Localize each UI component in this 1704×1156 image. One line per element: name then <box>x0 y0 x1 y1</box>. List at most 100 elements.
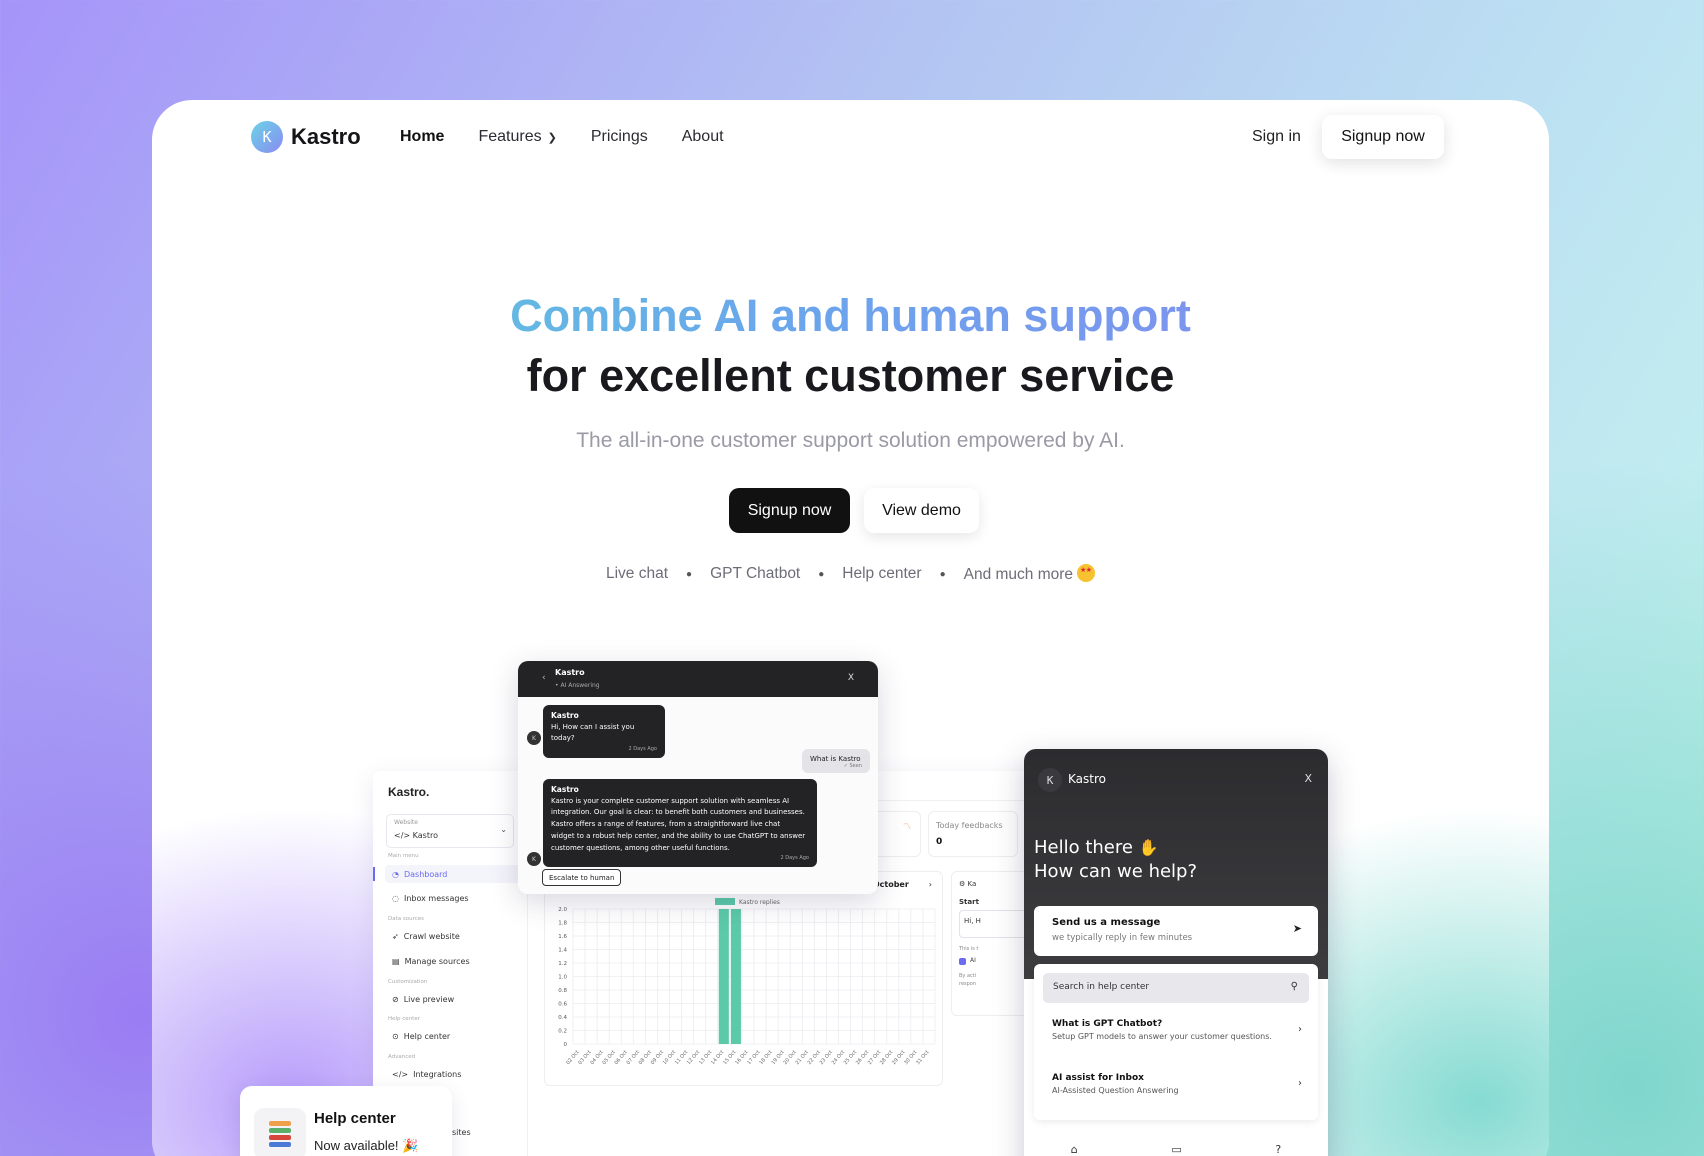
nav-signup-button[interactable]: Signup now <box>1322 115 1444 159</box>
ai-checkbox[interactable] <box>959 958 966 965</box>
help-center-title: Help center <box>314 1110 396 1127</box>
feature-list: Live chat ● GPT Chatbot ● Help center ● … <box>152 564 1549 584</box>
escalate-button[interactable]: Escalate to human <box>542 869 622 886</box>
feature-more-label: And much more <box>963 566 1074 583</box>
y-tick-label: 0.6 <box>558 1002 567 1008</box>
section-customization: Customization <box>388 979 428 985</box>
help-article-title: What is GPT Chatbot? <box>1052 1019 1163 1029</box>
message-line: Kastro is your complete customer support… <box>551 796 790 805</box>
help-article-item[interactable]: What is GPT Chatbot? Setup GPT models to… <box>1052 1019 1302 1041</box>
help-center-subtitle-label: Now available! <box>314 1138 399 1153</box>
help-search-input[interactable]: Search in help center ⚲ <box>1043 973 1309 1003</box>
feature-help-center: Help center <box>842 565 922 582</box>
sidebar-item-label: Manage sources <box>404 956 470 966</box>
y-tick-label: 1.2 <box>558 961 567 967</box>
sidebar-item-label: Crawl website <box>403 931 460 941</box>
nav-link-about[interactable]: About <box>682 128 724 146</box>
dashboard-brand: Kastro. <box>388 785 430 799</box>
nav-link-home[interactable]: Home <box>400 128 444 146</box>
settings-note: This is t <box>959 946 979 952</box>
sidebar-item-inbox[interactable]: ◌ Inbox messages <box>392 889 512 907</box>
sign-in-link[interactable]: Sign in <box>1252 128 1301 146</box>
help-article-item[interactable]: AI assist for Inbox AI-Assisted Question… <box>1052 1073 1302 1095</box>
view-demo-button[interactable]: View demo <box>864 488 979 533</box>
section-advanced: Advanced <box>388 1054 416 1060</box>
y-tick-label: 1.4 <box>558 948 567 954</box>
y-tick-label: 0.4 <box>558 1015 567 1021</box>
bot-message: Kastro Hi, How can I assist you today? 2… <box>543 705 665 759</box>
settings-note-2: By acti respon <box>959 972 976 988</box>
help-search-placeholder: Search in help center <box>1053 982 1150 992</box>
settings-note-2-line: By acti <box>959 973 977 979</box>
y-tick-label: 1.6 <box>558 934 567 940</box>
hero-subtitle: The all-in-one customer support solution… <box>576 429 1125 452</box>
books-icon <box>254 1108 306 1156</box>
send-message-title: Send us a message <box>1052 917 1161 928</box>
hero-title: for excellent customer service <box>526 350 1175 401</box>
help-widget-bottom-nav: ⌂ ▭ ? <box>1024 1143 1328 1156</box>
help-icon: ⊙ <box>392 1031 399 1041</box>
bot-avatar: K <box>527 852 541 866</box>
legend-label: Kastro replies <box>739 899 780 906</box>
sidebar-item-label: Integrations <box>413 1069 462 1079</box>
star-eyes-emoji-icon <box>1077 564 1096 582</box>
nav-links: Home Features ❯ Pricings About <box>400 128 724 146</box>
help-icon[interactable]: ? <box>1275 1143 1281 1156</box>
sidebar-item-crawl[interactable]: ➶ Crawl website <box>392 927 512 945</box>
sparkline-icon: 〽 <box>903 822 911 831</box>
user-message: What is Kastro ✓ Seen <box>802 749 870 773</box>
chat-header: ‹ Kastro • AI Answering X <box>518 661 878 697</box>
separator-dot: ● <box>939 568 946 580</box>
chat-icon: ◌ <box>392 893 399 903</box>
home-icon[interactable]: ⌂ <box>1071 1143 1078 1156</box>
help-article-title: AI assist for Inbox <box>1052 1073 1144 1083</box>
ai-checkbox-label: AI <box>970 957 976 964</box>
code-icon: </> <box>392 1069 409 1079</box>
messages-icon[interactable]: ▭ <box>1171 1143 1181 1156</box>
message-time: 2 Days Ago <box>628 746 658 753</box>
close-icon[interactable]: X <box>1304 772 1312 785</box>
sidebar-item-sources[interactable]: ▤ Manage sources <box>392 952 512 970</box>
settings-note-2-line: respon <box>959 981 977 987</box>
sidebar-item-live-preview[interactable]: ⊘ Live preview <box>392 990 512 1008</box>
message-author: Kastro <box>551 711 579 720</box>
sidebar-item-sites: sites <box>452 1128 471 1137</box>
send-message-card[interactable]: Send us a message we typically reply in … <box>1034 906 1318 956</box>
message-author: Kastro <box>551 785 579 794</box>
logo-text: Kastro <box>291 124 361 149</box>
logo-icon: K <box>251 121 283 153</box>
nav-link-pricings[interactable]: Pricings <box>591 128 648 146</box>
message-time: 2 Days Ago <box>780 855 810 862</box>
feature-live-chat: Live chat <box>605 565 669 582</box>
sidebar-item-help-center[interactable]: ⊙ Help center <box>392 1027 512 1045</box>
dashboard-icon: ◔ <box>392 869 399 879</box>
section-main-menu: Main menu <box>388 853 419 859</box>
sidebar-item-label: Inbox messages <box>403 893 469 903</box>
send-message-subtitle: we typically reply in few minutes <box>1052 933 1193 943</box>
sidebar-item-integrations[interactable]: </> Integrations <box>392 1065 512 1083</box>
file-icon: ▤ <box>392 956 400 966</box>
message-line: Kastro offers a range of features, from … <box>551 820 781 829</box>
today-feedbacks-card: Today feedbacks 0 <box>928 811 1018 857</box>
message-text: What is Kastro <box>810 755 861 763</box>
sidebar-item-dashboard[interactable]: ◔ Dashboard <box>385 865 520 883</box>
nav-link-features[interactable]: Features ❯ <box>478 128 556 146</box>
separator-dot: ● <box>818 568 825 580</box>
hero-signup-button[interactable]: Signup now <box>729 488 850 533</box>
bot-message: Kastro Kastro is your complete customer … <box>543 779 817 868</box>
bot-avatar: K <box>527 731 541 745</box>
close-icon[interactable]: X <box>848 673 854 683</box>
settings-card-title: ⚙ Ka <box>959 880 977 888</box>
logo[interactable]: K Kastro <box>251 121 361 153</box>
website-select[interactable]: Website </> Kastro ⌄ <box>386 814 514 848</box>
website-select-value: </> Kastro <box>394 831 438 840</box>
section-help-center: Help center <box>388 1016 420 1022</box>
settings-card-title-label: Ka <box>967 880 977 888</box>
legend-swatch <box>715 898 735 905</box>
help-widget-name: Kastro <box>1068 772 1106 786</box>
help-articles-panel: Search in help center ⚲ What is GPT Chat… <box>1034 964 1318 1120</box>
replies-chart: ‹ October › Kastro replies2.01.81.61.41.… <box>544 871 943 1086</box>
chevron-left-icon[interactable]: ‹ <box>542 673 546 683</box>
help-widget: K Kastro X Hello there ✋ How can we help… <box>1024 749 1328 1156</box>
help-center-card[interactable]: Help center Now available! 🎉 <box>240 1086 452 1156</box>
